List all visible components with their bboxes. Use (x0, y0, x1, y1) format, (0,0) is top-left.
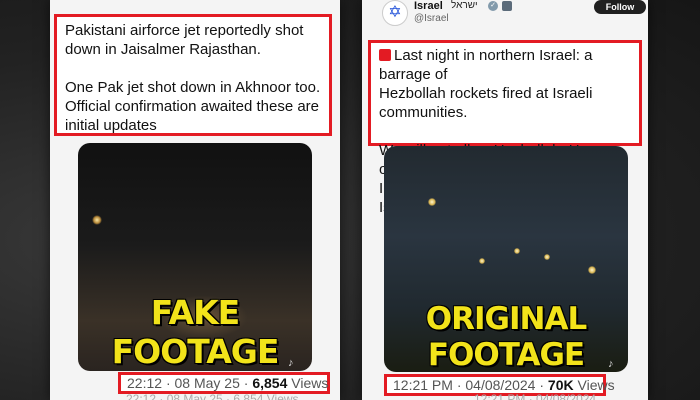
meta-separator: · (165, 375, 171, 391)
left-post-text: Pakistani airforce jet reportedly shot d… (65, 22, 321, 134)
right-post-video[interactable]: ORIGINAL FOOTAGE ♪ (384, 146, 628, 372)
left-post-video[interactable]: FAKE FOOTAGE ♪ (78, 143, 312, 371)
views-count: 6,854 (252, 375, 288, 391)
left-post-text-highlight: Pakistani airforce jet reportedly shot d… (54, 14, 332, 136)
views-count: 70K (547, 377, 574, 393)
views-label: Views (577, 377, 615, 393)
fake-footage-label: FAKE FOOTAGE (111, 293, 280, 371)
rocket-light (479, 258, 485, 264)
left-post-panel: Pakistani airforce jet reportedly shot d… (50, 0, 340, 400)
post-time: 12:21 PM (393, 377, 453, 393)
meta-separator: · (539, 377, 545, 393)
star-of-david-icon[interactable]: ✡ (382, 0, 408, 26)
meta-separator: · (243, 375, 249, 391)
left-post-meta: 22:12 · 08 May 25 · 6,854 Views (127, 375, 328, 391)
views-label: Views (291, 375, 329, 391)
post-time: 22:12 (127, 375, 163, 391)
account-name[interactable]: Israel (414, 0, 443, 12)
right-post-meta: 12:21 PM · 04/08/2024 · 70K Views (393, 377, 615, 393)
right-post-panel: ✡ Israel ישראל ✓ @Israel Follow Last nig… (362, 0, 648, 400)
left-post-meta-highlight: 22:12 · 08 May 25 · 6,854 Views (118, 372, 330, 394)
original-footage-label: ORIGINAL FOOTAGE (425, 301, 587, 372)
rocket-light (428, 198, 436, 206)
government-badge-icon (502, 1, 512, 11)
account-handle[interactable]: @Israel (414, 13, 449, 24)
rocket-light (588, 266, 596, 274)
post-header: ✡ Israel ישראל ✓ @Israel Follow (382, 0, 646, 30)
rocket-light (544, 254, 550, 260)
speaker-icon[interactable]: ♪ (608, 358, 620, 370)
account-name-hebrew: ישראל (451, 0, 478, 11)
post-date: 08 May 25 (174, 375, 240, 391)
speaker-icon[interactable]: ♪ (288, 357, 300, 369)
police-light-icon (379, 49, 391, 61)
rocket-light (514, 248, 520, 254)
post-date: 04/08/2024 (465, 377, 536, 393)
verified-badge-icon: ✓ (488, 1, 498, 11)
right-post-text-highlight: Last night in northern Israel: a barrage… (368, 40, 642, 216)
left-post-meta-ghost: 22:12 · 08 May 25 · 6,854 Views (126, 392, 299, 400)
meta-separator: · (456, 377, 462, 393)
follow-button[interactable]: Follow (594, 0, 646, 14)
right-post-meta-ghost: 12:21 PM · 04/08/2024 (474, 392, 597, 400)
light-glow (92, 215, 102, 225)
